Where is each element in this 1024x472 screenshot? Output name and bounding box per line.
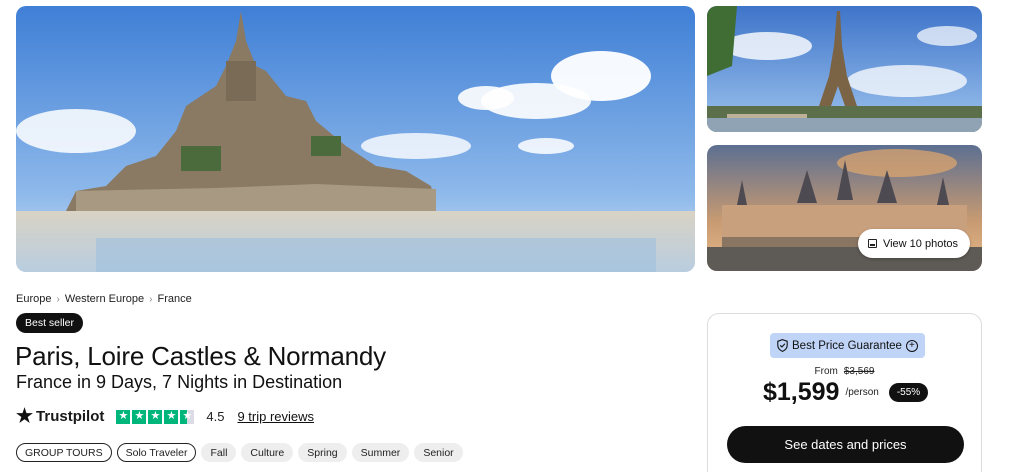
tag-culture[interactable]: Culture bbox=[241, 443, 294, 462]
current-price: $1,599 bbox=[763, 378, 840, 406]
tag-list: GROUP TOURS Solo Traveler Fall Culture S… bbox=[16, 443, 463, 462]
tour-title: Paris, Loire Castles & Normandy bbox=[15, 341, 386, 371]
original-price: $3,569 bbox=[843, 366, 875, 377]
trustpilot-star-icon: ★ bbox=[16, 406, 34, 427]
best-price-guarantee-badge[interactable]: Best Price Guarantee + bbox=[770, 333, 925, 358]
shield-check-icon bbox=[777, 339, 788, 352]
star-icon: ★ bbox=[148, 409, 163, 424]
per-person-label: /person bbox=[845, 387, 879, 398]
star-icon: ★ bbox=[116, 409, 131, 424]
guarantee-label: Best Price Guarantee bbox=[792, 339, 902, 352]
hero-image-mont-saint-michel[interactable] bbox=[16, 6, 695, 272]
rating-row: ★ Trustpilot ★ ★ ★ ★ ★ 4.5 9 trip review… bbox=[16, 407, 314, 426]
trustpilot-label: Trustpilot bbox=[36, 408, 105, 425]
see-dates-and-prices-button[interactable]: See dates and prices bbox=[727, 426, 964, 463]
trustpilot-logo: ★ Trustpilot bbox=[16, 407, 104, 426]
breadcrumb-item-france[interactable]: France bbox=[157, 293, 191, 305]
eiffel-tower-image[interactable] bbox=[707, 6, 982, 132]
breadcrumb-item-europe[interactable]: Europe bbox=[16, 293, 51, 305]
view-photos-label: View 10 photos bbox=[882, 237, 958, 250]
tag-summer[interactable]: Summer bbox=[351, 443, 410, 462]
price-card: Best Price Guarantee + From $3,569 $1,599… bbox=[707, 313, 982, 472]
chevron-right-icon: › bbox=[56, 293, 60, 305]
gallery-icon bbox=[867, 239, 877, 248]
chevron-right-icon: › bbox=[149, 293, 153, 305]
price-row: $1,599 /person -55% bbox=[763, 378, 929, 407]
star-icon: ★ bbox=[164, 409, 179, 424]
best-seller-badge: Best seller bbox=[16, 313, 84, 333]
from-label: From bbox=[814, 366, 838, 377]
from-price-line: From $3,569 bbox=[708, 366, 981, 377]
breadcrumb: Europe › Western Europe › France bbox=[16, 293, 192, 305]
tour-subtitle: France in 9 Days, 7 Nights in Destinatio… bbox=[16, 372, 343, 392]
chateau-chambord-image[interactable]: View 10 photos bbox=[707, 145, 982, 271]
tag-fall[interactable]: Fall bbox=[201, 443, 237, 462]
rating-score: 4.5 bbox=[206, 409, 225, 424]
star-icon: ★ bbox=[132, 409, 147, 424]
trip-reviews-link[interactable]: 9 trip reviews bbox=[237, 409, 314, 424]
rating-stars: ★ ★ ★ ★ ★ bbox=[116, 409, 195, 424]
plus-circle-icon[interactable]: + bbox=[905, 339, 918, 352]
discount-badge: -55% bbox=[888, 383, 929, 402]
tag-senior[interactable]: Senior bbox=[414, 443, 463, 462]
half-star-icon: ★ bbox=[180, 409, 195, 424]
tag-spring[interactable]: Spring bbox=[298, 443, 347, 462]
tag-group-tours[interactable]: GROUP TOURS bbox=[16, 443, 112, 462]
tag-solo-traveler[interactable]: Solo Traveler bbox=[116, 443, 197, 462]
view-photos-button[interactable]: View 10 photos bbox=[857, 229, 970, 258]
breadcrumb-item-western-europe[interactable]: Western Europe bbox=[65, 293, 144, 305]
